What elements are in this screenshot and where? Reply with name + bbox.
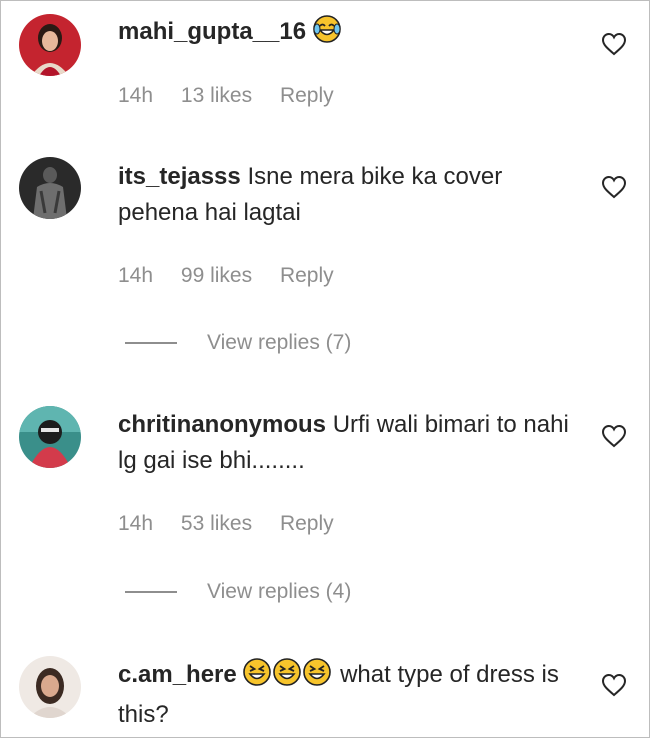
grinning-squinting-face-icon	[303, 658, 332, 697]
face-with-tears-of-joy-icon	[312, 15, 341, 54]
grinning-squinting-face-icon	[273, 658, 302, 697]
divider-line	[125, 342, 177, 344]
heart-icon[interactable]	[601, 32, 627, 56]
comment-meta: 14h 53 likes Reply	[118, 512, 356, 536]
comment-text: chritinanonymous Urfi wali bimari to nah…	[118, 407, 588, 479]
comment-username[interactable]: mahi_gupta__16	[118, 18, 306, 45]
avatar[interactable]	[19, 656, 81, 718]
view-replies-label: View replies (4)	[207, 580, 352, 603]
comment-likes[interactable]: 99 likes	[181, 264, 252, 287]
view-replies-button[interactable]: View replies (7)	[125, 331, 351, 355]
avatar[interactable]	[19, 406, 81, 468]
comment-time: 14h	[118, 512, 154, 535]
heart-icon[interactable]	[601, 175, 627, 199]
divider-line	[125, 591, 177, 593]
heart-icon[interactable]	[601, 424, 627, 448]
comment-time: 14h	[118, 264, 154, 287]
comment-likes[interactable]: 13 likes	[181, 84, 252, 107]
comments-panel: mahi_gupta__16 14h 13 likes Reply its_te…	[0, 0, 650, 738]
comment-username[interactable]: its_tejasss	[118, 163, 241, 190]
comment-time: 14h	[118, 84, 154, 107]
reply-button[interactable]: Reply	[280, 512, 334, 535]
grinning-squinting-face-icon	[243, 658, 272, 697]
heart-icon[interactable]	[601, 673, 627, 697]
view-replies-button[interactable]: View replies (4)	[125, 580, 351, 604]
comment-username[interactable]: chritinanonymous	[118, 411, 326, 438]
reply-button[interactable]: Reply	[280, 264, 334, 287]
avatar[interactable]	[19, 14, 81, 76]
view-replies-label: View replies (7)	[207, 331, 352, 354]
comment-likes[interactable]: 53 likes	[181, 512, 252, 535]
comment-meta: 14h 99 likes Reply	[118, 264, 356, 288]
comment-meta: 14h 13 likes Reply	[118, 84, 356, 108]
comment-username[interactable]: c.am_here	[118, 661, 237, 688]
avatar[interactable]	[19, 157, 81, 219]
comment-text: its_tejasss Isne mera bike ka cover pehe…	[118, 159, 588, 231]
comment-text: mahi_gupta__16	[118, 14, 588, 54]
reply-button[interactable]: Reply	[280, 84, 334, 107]
comment-text: c.am_here what type of dress is this?	[118, 657, 588, 733]
